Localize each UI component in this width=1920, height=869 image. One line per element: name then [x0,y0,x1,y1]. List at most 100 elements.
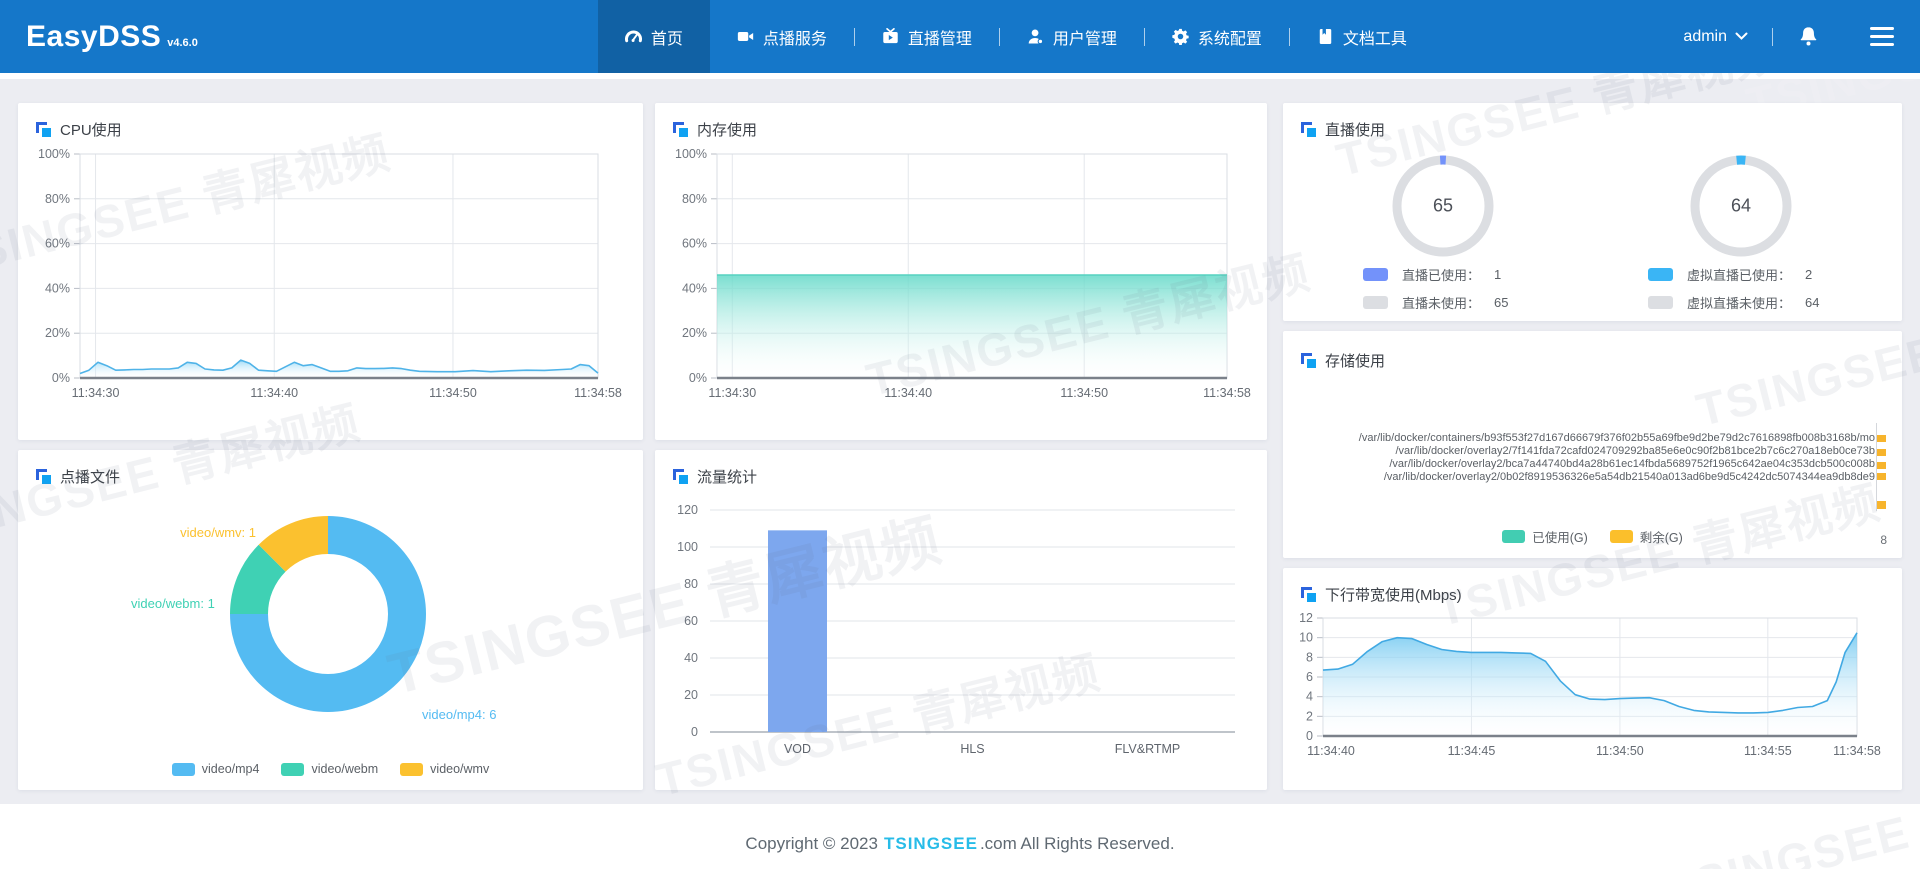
user-menu[interactable]: admin [1659,0,1772,73]
svg-text:2: 2 [1306,709,1313,723]
nav-item-6[interactable]: 文档工具 [1290,0,1434,73]
legend-item[interactable]: video/wmv [400,762,489,776]
panel-title: 下行带宽使用(Mbps) [1325,587,1462,604]
cpu-usage-chart: 0% 20% 40% 60% 80% 100% 11:34:30 11:34:40 11:34:… [18,140,643,440]
svg-text:11:34:58: 11:34:58 [1833,744,1881,758]
donut-legend: video/mp4 video/webm video/wmv [18,762,643,776]
nav-item-4[interactable]: 用户管理 [1000,0,1144,73]
legend-label: 直播已使用： [1402,268,1481,283]
storage-bar-fragment [1877,462,1886,469]
storage-path: /var/lib/docker/containers/b93f553f27d16… [1358,432,1875,444]
chevron-down-icon [1735,28,1748,46]
panel-title-icon [1301,122,1316,137]
svg-text:100%: 100% [38,147,70,161]
nav-right: admin [1659,0,1920,73]
nav-item-3[interactable]: 直播管理 [855,0,999,73]
legend-item[interactable]: 直播已使用： 1 [1363,265,1508,284]
panel-title-icon [673,122,688,137]
footer-brand[interactable]: TSINGSEE [884,834,978,854]
svg-text:40: 40 [684,651,698,665]
svg-text:100: 100 [677,540,698,554]
svg-text:11:34:50: 11:34:50 [429,386,477,400]
panel-storage-usage: 存储使用 /var/lib/docker/containers/b93f553f… [1283,331,1902,558]
svg-text:11:34:30: 11:34:30 [72,386,120,400]
gauge-value: 65 [1432,195,1454,216]
doc-book-icon [1317,28,1334,45]
storage-path: /var/lib/docker/overlay2/0b02f8919536326… [1383,471,1875,483]
storage-bar-fragment [1877,501,1886,509]
nav-item-5[interactable]: 系统配置 [1145,0,1289,73]
slice-label: video/webm: 1 [131,596,215,611]
legend-item[interactable]: 剩余(G) [1609,527,1683,546]
legend-value: 65 [1494,295,1509,310]
footer: Copyright © 2023 TSINGSEE .com All Right… [0,804,1920,869]
gauge-legend: 虚拟直播已使用： 2 虚拟直播未使用： 64 [1648,265,1819,321]
notification-bell-icon[interactable] [1773,0,1844,73]
nav-item-label: 首页 [650,30,683,48]
slice-label: video/wmv: 1 [180,525,256,540]
svg-text:6: 6 [1306,670,1313,684]
svg-text:20%: 20% [45,326,70,340]
nav-menu: 首页 点播服务 直播管理 用户管理 系统配置 文档工具 [597,0,1434,73]
svg-text:120: 120 [677,503,698,517]
nav-item-label: 直播管理 [907,30,972,48]
panel-vod-files-header: 点播文件 [18,450,643,487]
brand-name: EasyDSS [26,19,162,53]
brand-logo[interactable]: EasyDSS v4.6.0 [0,20,198,54]
svg-text:0: 0 [1306,729,1313,743]
svg-text:60%: 60% [682,237,707,251]
nav-item-2[interactable]: 点播服务 [710,0,854,73]
slice-label: video/mp4: 6 [422,707,497,722]
panel-title-icon [1301,587,1316,602]
legend-label: 虚拟直播已使用： [1687,268,1792,283]
legend-item[interactable]: 虚拟直播未使用： 64 [1648,293,1819,312]
storage-bar-fragment [1877,435,1886,442]
menu-toggle-icon[interactable] [1870,27,1894,46]
storage-legend: 已使用(G) 剩余(G) [1283,527,1902,546]
svg-text:11:34:40: 11:34:40 [250,386,298,400]
svg-text:40%: 40% [682,281,707,295]
legend-value: 1 [1494,267,1502,282]
vod-camera-icon [737,28,754,45]
panel-title: 点播文件 [60,469,121,486]
copyright-prefix: Copyright © 2023 [745,833,878,853]
panel-vod-files: 点播文件 video/wmv: 1 video/webm: 1 video/mp4:… [18,450,643,790]
svg-text:80: 80 [684,577,698,591]
svg-text:11:34:58: 11:34:58 [574,386,622,400]
svg-text:11:34:50: 11:34:50 [1060,386,1108,400]
storage-bar-fragment [1877,449,1886,456]
memory-usage-chart: 0% 20% 40% 60% 80% 100% 11:34:30 11:34:40 11:34:… [655,140,1267,440]
legend-item[interactable]: 已使用(G) [1502,527,1588,546]
user-name: admin [1683,27,1727,45]
brand-version: v4.6.0 [167,36,198,49]
nav-item-label: 用户管理 [1052,30,1117,48]
storage-usage-chart: /var/lib/docker/containers/b93f553f27d16… [1283,373,1902,558]
legend-value: 64 [1805,295,1820,310]
live-tv-icon [882,28,899,45]
panel-memory-header: 内存使用 [655,103,1267,140]
svg-text:0: 0 [691,725,698,739]
svg-text:11:34:30: 11:34:30 [708,386,756,400]
user-icon [1027,28,1044,45]
panel-storage-header: 存储使用 [1283,331,1902,373]
legend-item[interactable]: 直播未使用： 65 [1363,293,1508,312]
nav-item-1[interactable]: 首页 [597,0,710,73]
svg-text:80%: 80% [682,192,707,206]
svg-text:0%: 0% [52,371,70,385]
legend-item[interactable]: video/mp4 [171,762,259,776]
legend-label: 虚拟直播未使用： [1687,296,1792,311]
top-nav: EasyDSS v4.6.0 首页 点播服务 直播管理 用户管理 系统配置 文档工具 ad… [0,0,1920,73]
panel-title: 内存使用 [697,122,758,139]
svg-text:100%: 100% [675,147,707,161]
svg-text:11:34:40: 11:34:40 [884,386,932,400]
traffic-bar-chart: 0 20 40 60 80 100 120 VOD HLS FLV&RTMP [655,487,1267,790]
svg-text:10: 10 [1299,631,1313,645]
svg-text:20: 20 [684,688,698,702]
legend-item[interactable]: 虚拟直播已使用： 2 [1648,265,1819,284]
storage-bar-fragment [1877,473,1886,480]
legend-value: 2 [1805,267,1813,282]
legend-item[interactable]: video/webm [281,762,378,776]
svg-text:11:34:45: 11:34:45 [1448,744,1496,758]
gauge-legend: 直播已使用： 1 直播未使用： 65 [1363,265,1508,321]
panel-title-icon [36,469,51,484]
